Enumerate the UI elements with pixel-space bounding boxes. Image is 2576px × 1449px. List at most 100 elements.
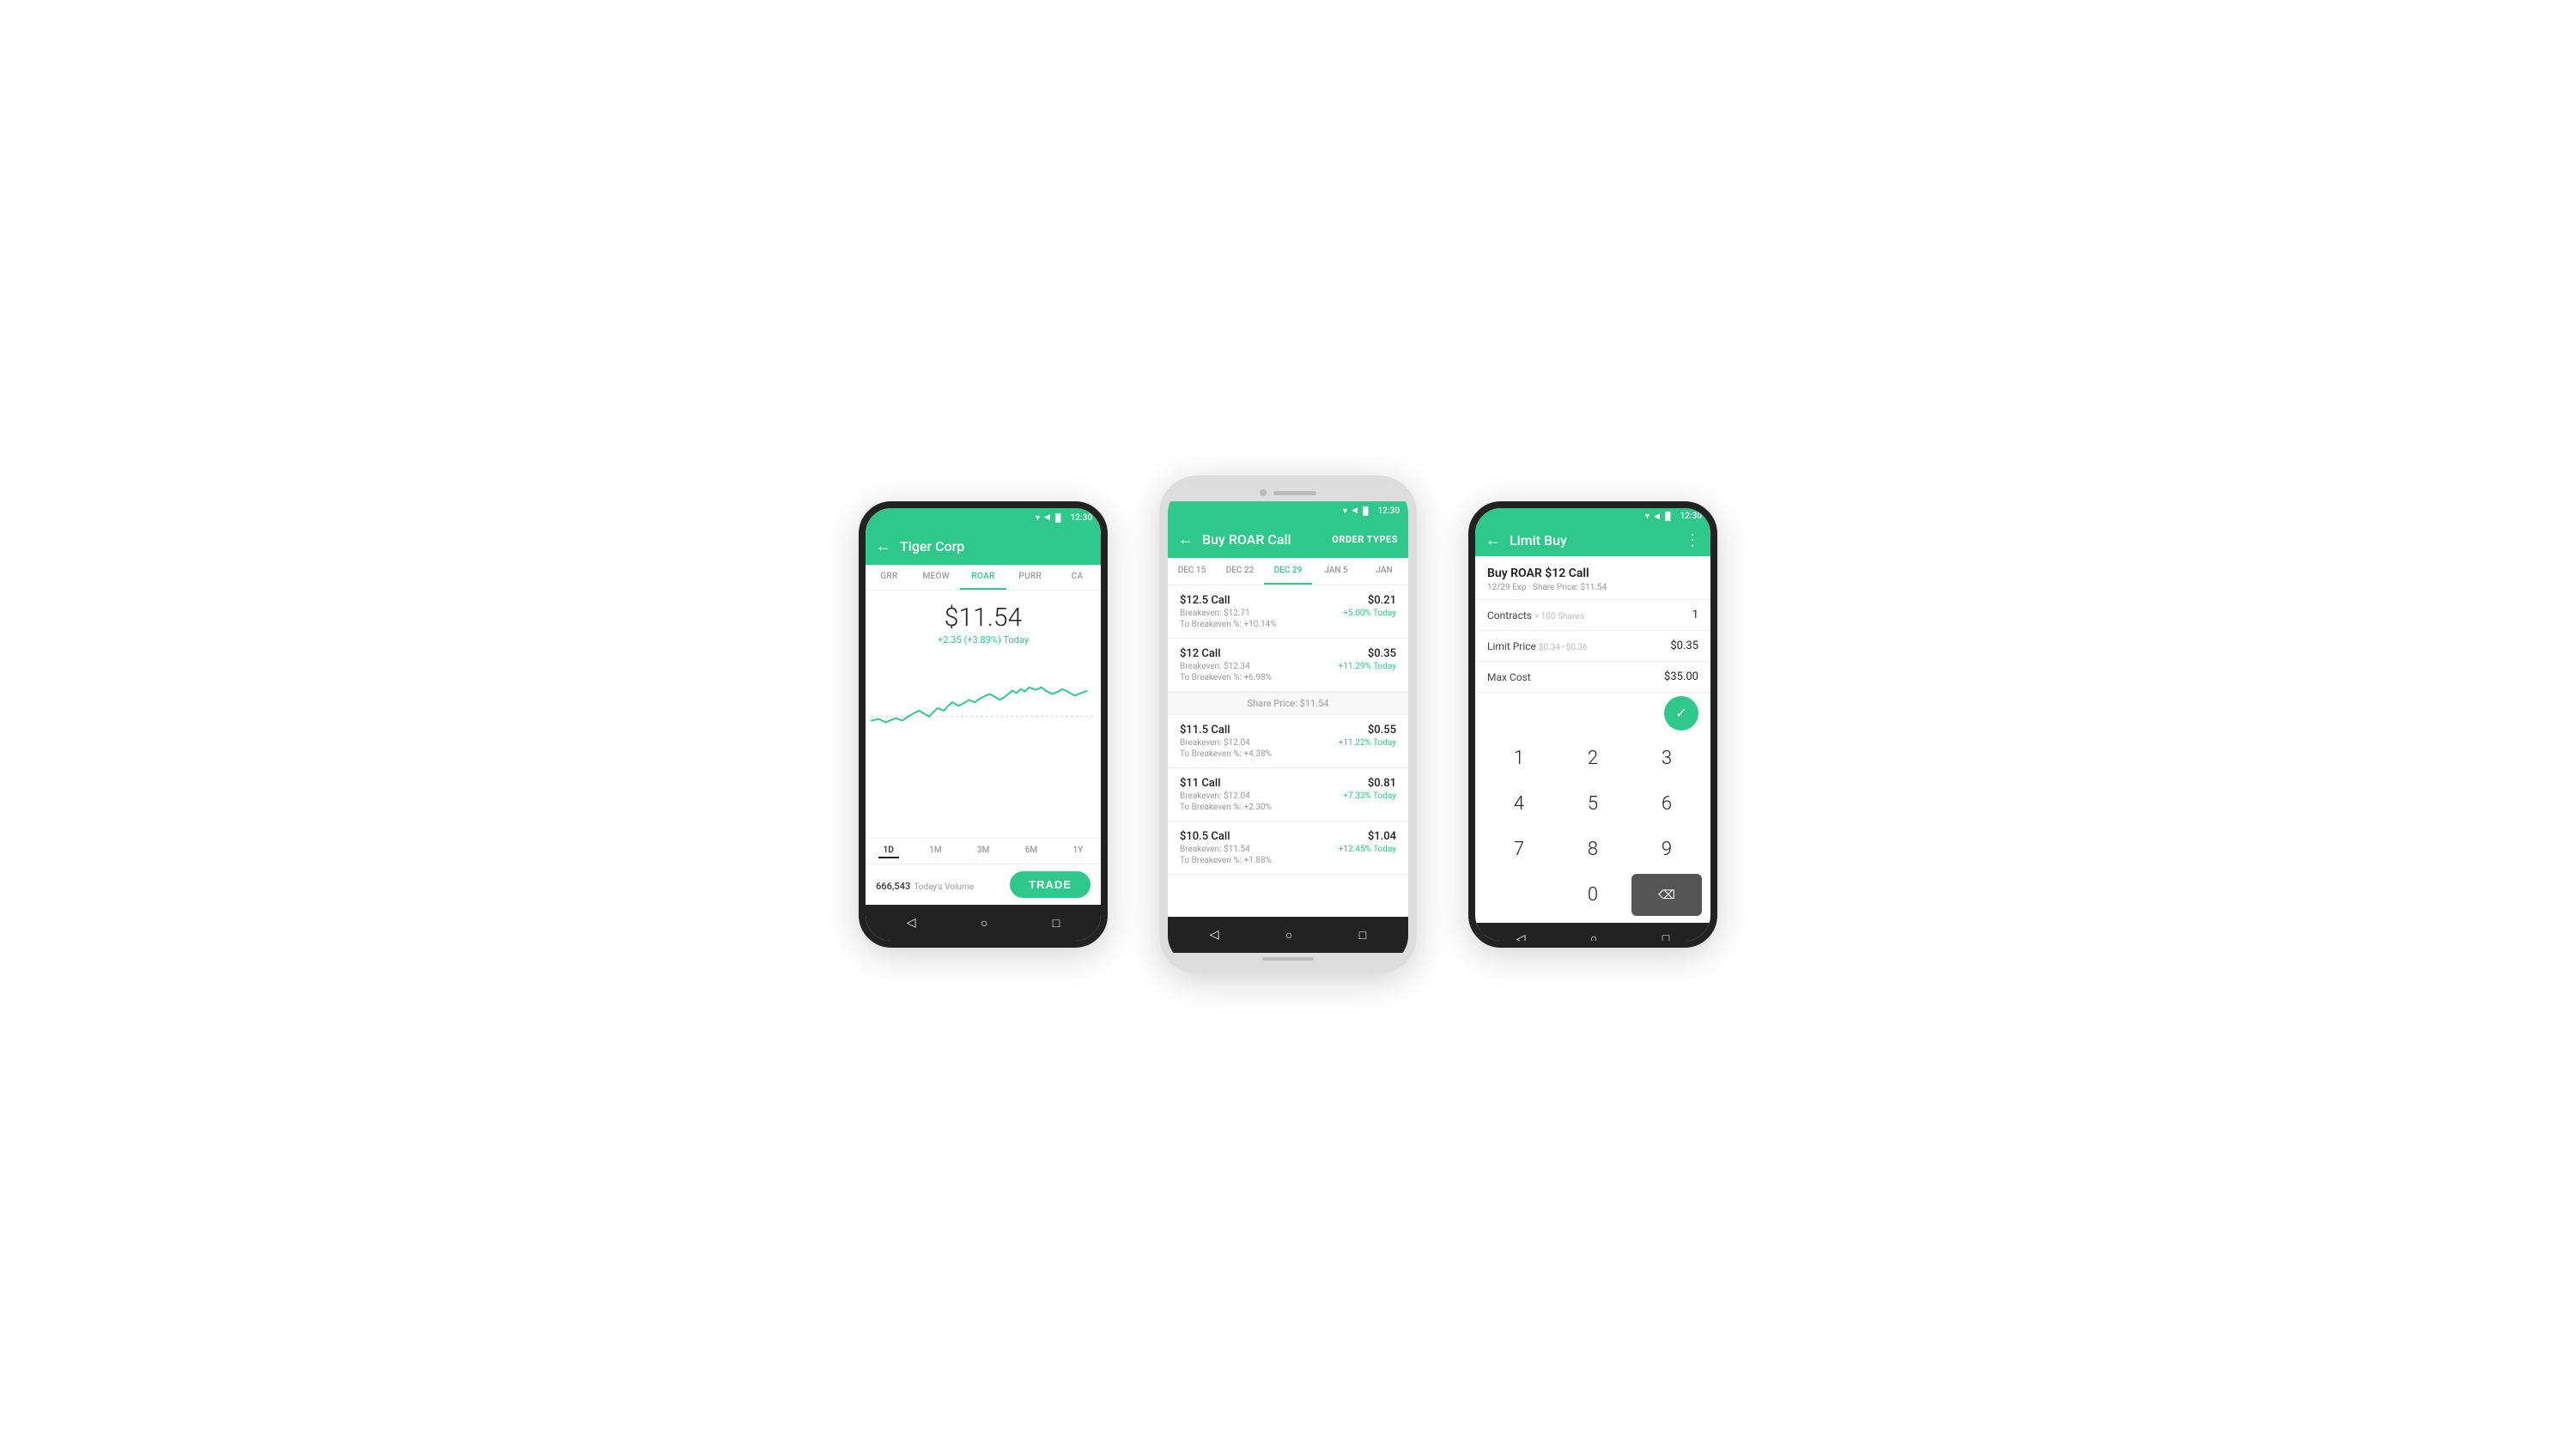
order-info: Buy ROAR $12 Call 12/29 Exp · Share Pric… xyxy=(1475,556,1710,600)
max-cost-field[interactable]: Max Cost $35.00 xyxy=(1475,662,1710,693)
option-change-10-5: +12.45% Today xyxy=(1339,845,1396,854)
option-change-12-5: +5.00% Today xyxy=(1343,609,1396,618)
date-dec29[interactable]: DEC 29 xyxy=(1264,558,1312,585)
home-nav-icon-2[interactable]: ○ xyxy=(1285,928,1292,943)
volume-label: Today's Volume xyxy=(914,882,974,892)
back-nav-icon-2[interactable]: ◁ xyxy=(1210,928,1219,942)
chart-area xyxy=(866,652,1101,838)
back-button-1[interactable]: ← xyxy=(876,537,891,555)
page-title-2: Buy ROAR Call xyxy=(1202,531,1332,548)
top-bar-1: ← Tiger Corp xyxy=(866,527,1101,565)
tab-roar[interactable]: ROAR xyxy=(960,565,1007,590)
date-jan5[interactable]: JAN 5 xyxy=(1312,558,1360,585)
contracts-field[interactable]: Contracts × 100 Shares 1 xyxy=(1475,600,1710,631)
ticker-tabs: GRR MEOW ROAR PURR CA xyxy=(866,565,1101,591)
phone-limit-buy: ▼ ◀ ▐▌ 12:30 ← Limit Buy ⋮ Buy ROAR $12 … xyxy=(1468,501,1717,948)
option-item-12[interactable]: $12 Call Breakeven: $12.34 To Breakeven … xyxy=(1168,639,1408,692)
option-price-12: $0.35 xyxy=(1339,647,1396,660)
battery-icon-3: ▐▌ xyxy=(1662,512,1674,521)
check-icon: ✓ xyxy=(1675,705,1686,722)
num-key-7[interactable]: 7 xyxy=(1484,828,1554,870)
signal-icon: ◀ xyxy=(1044,513,1050,522)
num-key-8[interactable]: 8 xyxy=(1558,828,1628,870)
order-title: Buy ROAR $12 Call xyxy=(1487,567,1698,580)
option-breakeven-12-5: Breakeven: $12.71 xyxy=(1180,609,1277,618)
recent-nav-icon-2[interactable]: □ xyxy=(1359,928,1366,943)
stock-change: +2.35 (+3.89%) Today xyxy=(876,634,1091,646)
backspace-icon: ⌫ xyxy=(1658,888,1675,902)
home-nav-icon[interactable]: ○ xyxy=(981,916,987,931)
option-name-11-5: $11.5 Call xyxy=(1180,724,1272,737)
tab-purr[interactable]: PURR xyxy=(1006,565,1054,590)
tab-grr[interactable]: GRR xyxy=(866,565,913,590)
option-item-11-5[interactable]: $11.5 Call Breakeven: $12.04 To Breakeve… xyxy=(1168,715,1408,768)
option-item-11[interactable]: $11 Call Breakeven: $12.04 To Breakeven … xyxy=(1168,768,1408,822)
num-key-spacer xyxy=(1484,874,1554,916)
signal-icon-3: ◀ xyxy=(1654,512,1660,521)
option-item-10-5[interactable]: $10.5 Call Breakeven: $11.54 To Breakeve… xyxy=(1168,822,1408,875)
option-right-11: $0.81 +7.33% Today xyxy=(1343,777,1396,801)
battery-icon: ▐▌ xyxy=(1053,513,1064,523)
max-cost-label: Max Cost xyxy=(1487,671,1531,683)
numpad-grid: 1 2 3 4 5 6 7 8 9 0 ⌫ xyxy=(1484,737,1702,916)
back-button-2[interactable]: ← xyxy=(1178,530,1194,549)
option-price-11-5: $0.55 xyxy=(1339,724,1396,737)
bottom-nav-1: ◁ ○ □ xyxy=(866,905,1101,941)
recent-nav-icon-3[interactable]: □ xyxy=(1662,931,1669,946)
confirm-button[interactable]: ✓ xyxy=(1664,696,1698,731)
status-icons-1: ▼ ◀ ▐▌ xyxy=(1034,513,1064,523)
back-nav-icon[interactable]: ◁ xyxy=(907,916,916,930)
camera-dot xyxy=(1260,489,1267,496)
num-key-4[interactable]: 4 xyxy=(1484,783,1554,825)
num-key-0[interactable]: 0 xyxy=(1558,874,1628,916)
home-nav-icon-3[interactable]: ○ xyxy=(1590,931,1597,946)
num-key-9[interactable]: 9 xyxy=(1631,828,1702,870)
limit-price-value: $0.35 xyxy=(1670,640,1698,652)
trade-button[interactable]: TRADE xyxy=(1010,871,1091,898)
status-time-3: 12:30 xyxy=(1680,512,1702,521)
limit-price-field[interactable]: Limit Price $0.34–$0.36 $0.35 xyxy=(1475,631,1710,662)
time-3m[interactable]: 3M xyxy=(972,844,994,858)
num-key-1[interactable]: 1 xyxy=(1484,737,1554,779)
status-icons-3: ▼ ◀ ▐▌ xyxy=(1643,512,1674,521)
time-1m[interactable]: 1M xyxy=(924,844,946,858)
phone-notch-bottom xyxy=(1168,953,1408,965)
date-dec22[interactable]: DEC 22 xyxy=(1216,558,1264,585)
option-change-12: +11.29% Today xyxy=(1339,662,1396,671)
more-options-button[interactable]: ⋮ xyxy=(1685,531,1700,549)
num-key-2[interactable]: 2 xyxy=(1558,737,1628,779)
status-icons-2: ▼ ◀ ▐▌ xyxy=(1341,506,1371,516)
time-1d[interactable]: 1D xyxy=(878,844,899,858)
tab-meow[interactable]: MEOW xyxy=(913,565,960,590)
option-left-11: $11 Call Breakeven: $12.04 To Breakeven … xyxy=(1180,777,1272,812)
date-dec15[interactable]: DEC 15 xyxy=(1168,558,1216,585)
option-name-12: $12 Call xyxy=(1180,647,1272,660)
page-title-3: Limit Buy xyxy=(1510,532,1685,549)
num-key-5[interactable]: 5 xyxy=(1558,783,1628,825)
date-jan[interactable]: JAN xyxy=(1360,558,1408,585)
recent-nav-icon[interactable]: □ xyxy=(1053,916,1060,931)
status-time-1: 12:30 xyxy=(1071,513,1092,523)
wifi-icon-2: ▼ xyxy=(1341,506,1349,516)
bottom-nav-2: ◁ ○ □ xyxy=(1168,917,1408,953)
option-right-12: $0.35 +11.29% Today xyxy=(1339,647,1396,671)
time-range: 1D 1M 3M 6M 1Y xyxy=(866,838,1101,864)
order-types-button[interactable]: ORDER TYPES xyxy=(1332,534,1398,545)
option-breakeven-11: Breakeven: $12.04 xyxy=(1180,791,1272,801)
backspace-key[interactable]: ⌫ xyxy=(1631,874,1702,916)
time-1y[interactable]: 1Y xyxy=(1068,844,1089,858)
num-key-3[interactable]: 3 xyxy=(1631,737,1702,779)
back-nav-icon-3[interactable]: ◁ xyxy=(1516,932,1526,946)
wifi-icon-3: ▼ xyxy=(1643,512,1651,521)
phone-options-list: ▼ ◀ ▐▌ 12:30 ← Buy ROAR Call ORDER TYPES… xyxy=(1159,476,1417,973)
time-6m[interactable]: 6M xyxy=(1020,844,1042,858)
num-key-6[interactable]: 6 xyxy=(1631,783,1702,825)
option-breakeven-12: Breakeven: $12.34 xyxy=(1180,662,1272,671)
tab-ca[interactable]: CA xyxy=(1054,565,1101,590)
option-item-12-5[interactable]: $12.5 Call Breakeven: $12.71 To Breakeve… xyxy=(1168,585,1408,639)
option-left-12: $12 Call Breakeven: $12.34 To Breakeven … xyxy=(1180,647,1272,682)
back-button-3[interactable]: ← xyxy=(1485,531,1501,549)
options-list: $12.5 Call Breakeven: $12.71 To Breakeve… xyxy=(1168,585,1408,917)
status-bar-2: ▼ ◀ ▐▌ 12:30 xyxy=(1168,501,1408,520)
volume-info: 666,543 Today's Volume xyxy=(876,876,974,893)
